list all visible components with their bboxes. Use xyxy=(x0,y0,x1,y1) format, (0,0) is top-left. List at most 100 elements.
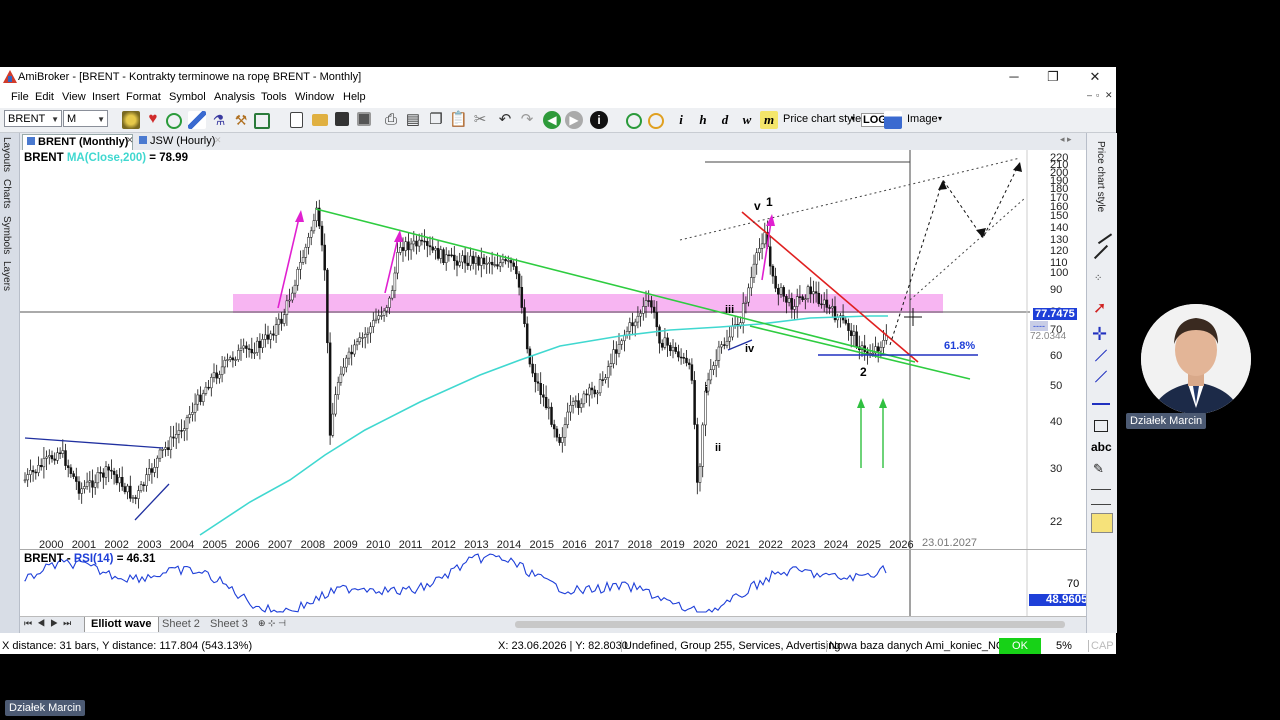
cut-icon[interactable]: ✂ xyxy=(471,111,489,129)
tab-brent-monthly[interactable]: BRENT (Monthly) xyxy=(22,134,134,151)
line-tool-icon[interactable] xyxy=(1093,244,1109,260)
candle-up xyxy=(488,261,491,264)
image-menu-button[interactable]: Image xyxy=(907,113,938,125)
price-chart-style-button[interactable]: Price chart style xyxy=(783,113,861,125)
tab-symbols[interactable]: Symbols xyxy=(1,216,12,254)
analysis-icon[interactable]: ⚗ xyxy=(210,111,228,129)
heart-icon[interactable]: ♥ xyxy=(144,111,162,129)
close-tab-icon[interactable]: ✕ xyxy=(214,135,222,146)
zoom-in-icon[interactable] xyxy=(626,113,642,129)
menu-edit[interactable]: Edit xyxy=(35,91,54,103)
candle-up xyxy=(255,340,259,353)
menu-analysis[interactable]: Analysis xyxy=(214,91,255,103)
interval-monthly-icon[interactable]: m xyxy=(760,111,778,129)
sheet-2[interactable]: Sheet 2 xyxy=(156,617,206,632)
binoculars-icon[interactable] xyxy=(166,113,182,129)
explore-icon[interactable] xyxy=(254,113,270,129)
open-folder-icon[interactable] xyxy=(312,114,328,126)
price-chart[interactable]: 2000 2001 2002 2003 2004 2005 2006 2007 2008 2009… xyxy=(20,150,1086,605)
info-icon[interactable]: i xyxy=(590,111,608,129)
tab-jsw-hourly[interactable]: JSW (Hourly) xyxy=(135,134,219,149)
eyedropper-icon[interactable]: ✎ xyxy=(1093,461,1104,477)
forward-arrow-icon[interactable]: ▶ xyxy=(565,111,583,129)
interval-weekly-icon[interactable]: w xyxy=(738,111,756,129)
candle-down xyxy=(771,265,775,277)
candle-down xyxy=(777,287,780,295)
chart-nav-arrows-icon[interactable]: ◂ ▸ xyxy=(1060,134,1072,145)
sheet-elliott-wave[interactable]: Elliott wave xyxy=(84,617,159,632)
undo-icon[interactable]: ↶ xyxy=(496,111,514,129)
candle-up xyxy=(712,365,715,370)
interval-intraday-icon[interactable]: i xyxy=(672,111,690,129)
text-tool-icon[interactable]: abc xyxy=(1091,440,1112,454)
save-layout-icon[interactable] xyxy=(357,112,371,126)
price-chart-style-vertical[interactable]: Price chart style xyxy=(1095,141,1106,212)
ray-tool-icon[interactable] xyxy=(1094,370,1108,383)
symbol-combo[interactable]: BRENT ▼ xyxy=(4,110,62,127)
fibonacci-tool-icon[interactable] xyxy=(1091,489,1111,505)
toolbar: BRENT ▼ M ▼ ♥ ⚗ ⚒ ⎙ ▤ ❐ 📋 ✂ ↶ ↷ ◀ ▶ i i … xyxy=(0,108,1116,133)
minimize-button[interactable]: ─ xyxy=(994,67,1034,88)
menu-symbol[interactable]: Symbol xyxy=(169,91,206,103)
interval-hourly-icon[interactable]: h xyxy=(694,111,712,129)
mdi-restore-button[interactable]: ▫ xyxy=(1096,90,1099,100)
candle-up xyxy=(372,320,375,327)
candle-down xyxy=(523,307,526,325)
title-bar: AmiBroker - [BRENT - Kontrakty terminowe… xyxy=(0,67,1116,88)
rectangle-tool-icon[interactable] xyxy=(1094,420,1108,432)
tab-layers[interactable]: Layers xyxy=(1,261,12,291)
hammer-icon[interactable]: ⚒ xyxy=(232,111,250,129)
horizontal-scrollbar[interactable] xyxy=(515,621,1065,628)
new-file-icon[interactable] xyxy=(290,112,303,128)
magenta-arrowhead xyxy=(766,214,775,226)
menu-insert[interactable]: Insert xyxy=(92,91,120,103)
interval-combo[interactable]: M ▼ xyxy=(63,110,108,127)
zoom-out-icon[interactable] xyxy=(648,113,664,129)
candle-up xyxy=(269,333,272,340)
maximize-button[interactable]: ❐ xyxy=(1033,67,1073,88)
interval-daily-icon[interactable]: d xyxy=(716,111,734,129)
tab-charts[interactable]: Charts xyxy=(1,179,12,208)
y-tick-label: 100 xyxy=(1050,267,1068,279)
menu-window[interactable]: Window xyxy=(295,91,334,103)
sheet-3[interactable]: Sheet 3 xyxy=(204,617,254,632)
tab-layouts[interactable]: Layouts xyxy=(1,137,12,172)
dotted-line-icon[interactable]: ⁘ xyxy=(1094,273,1102,284)
menu-help[interactable]: Help xyxy=(343,91,366,103)
candle-up xyxy=(253,352,256,354)
sheet-nav-arrows-icon[interactable]: ⏮◀▶⏭ xyxy=(24,618,76,629)
menu-tools[interactable]: Tools xyxy=(261,91,287,103)
trendline-tool-icon[interactable] xyxy=(1094,349,1108,362)
candle-up xyxy=(480,257,483,266)
redo-icon[interactable]: ↷ xyxy=(518,111,536,129)
cursor-pointer-icon[interactable]: ➚ xyxy=(1093,301,1106,317)
status-distance: X distance: 31 bars, Y distance: 117.804… xyxy=(2,640,253,652)
lock-icon[interactable]: ⊕ ⊹ ⊣ xyxy=(258,618,286,629)
candle-up xyxy=(48,455,51,458)
candle-down xyxy=(280,318,283,324)
gear-icon[interactable] xyxy=(122,111,140,129)
print-icon[interactable]: ⎙ xyxy=(382,111,400,129)
menu-view[interactable]: View xyxy=(62,91,86,103)
rsi-pane[interactable]: BRENT - RSI(14) = 46.31 70 48.9605 xyxy=(20,549,1092,617)
menu-file[interactable]: File xyxy=(11,91,29,103)
copy-icon[interactable]: ❐ xyxy=(427,111,445,129)
ruler-tool-icon[interactable] xyxy=(1091,513,1113,533)
candle-down xyxy=(536,381,540,384)
crosshair-tool-icon[interactable]: ✛ xyxy=(1092,325,1107,343)
paste-icon[interactable]: 📋 xyxy=(449,111,468,129)
back-arrow-icon[interactable]: ◀ xyxy=(543,111,561,129)
mdi-minimize-button[interactable]: ‒ xyxy=(1087,90,1092,100)
mdi-close-button[interactable]: ✕ xyxy=(1105,90,1113,101)
candle-down xyxy=(801,296,804,300)
edit-formula-icon[interactable] xyxy=(188,111,206,129)
close-button[interactable]: ✕ xyxy=(1075,67,1115,88)
close-tab-icon[interactable]: ✕ xyxy=(126,135,134,146)
horizontal-line-tool-icon[interactable] xyxy=(1092,403,1110,405)
print-preview-icon[interactable]: ▤ xyxy=(404,111,422,129)
image-icon[interactable] xyxy=(884,111,902,129)
save-icon[interactable] xyxy=(335,112,349,126)
candle-down xyxy=(328,342,332,436)
menu-format[interactable]: Format xyxy=(126,91,161,103)
pen-icon[interactable] xyxy=(1089,221,1113,245)
